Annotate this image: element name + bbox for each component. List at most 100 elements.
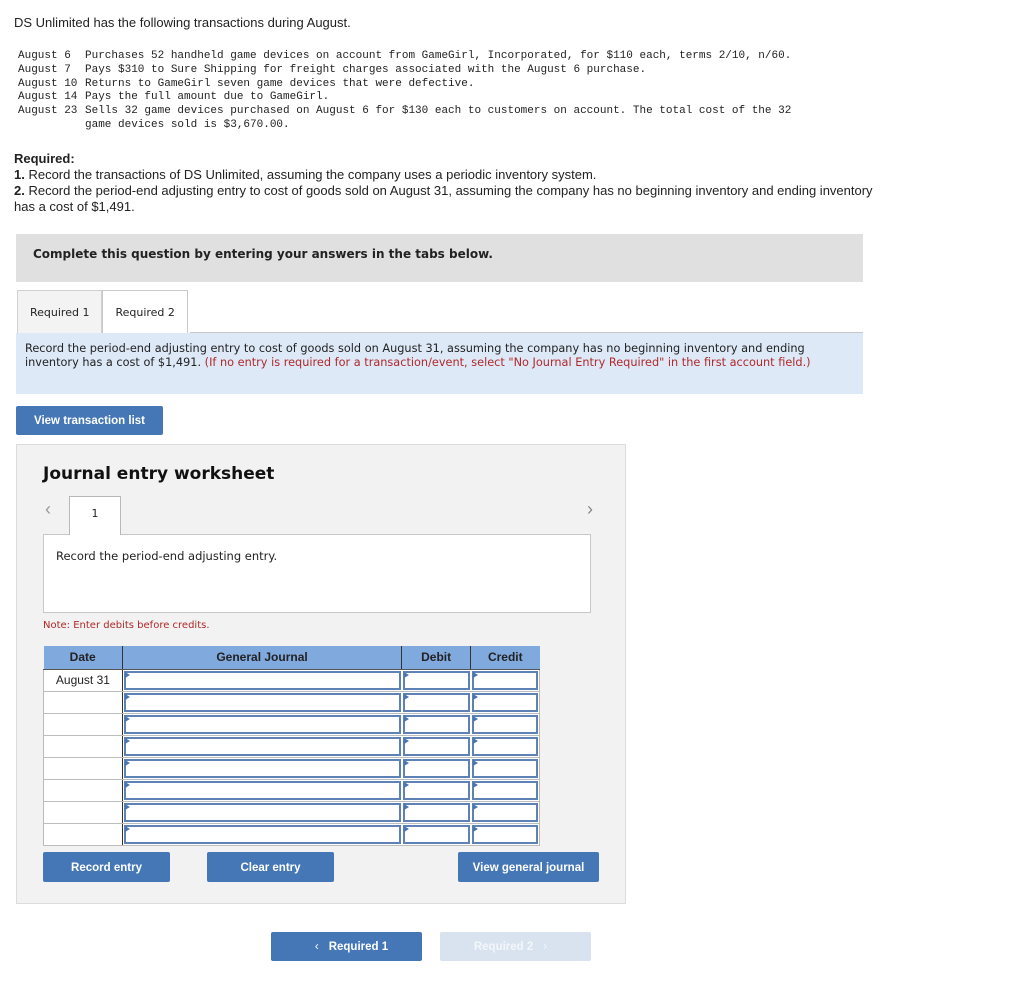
account-input[interactable] <box>125 829 399 844</box>
worksheet-title: Journal entry worksheet <box>43 464 275 484</box>
debit-input[interactable] <box>404 719 468 734</box>
tab-required-2[interactable]: Required 2 <box>102 290 188 334</box>
credit-input[interactable] <box>473 675 536 690</box>
journal-credit-cell <box>470 691 540 714</box>
debit-input-box <box>402 736 470 756</box>
journal-entry-worksheet: Journal entry worksheet ‹ 1 › Record the… <box>16 444 626 904</box>
chevron-left-icon[interactable]: ‹ <box>45 499 51 520</box>
journal-date-cell <box>43 779 123 802</box>
credit-input-box <box>471 692 538 712</box>
credit-input[interactable] <box>473 807 536 822</box>
transaction-date: August 10 <box>18 77 78 90</box>
journal-header-row: Date General Journal Debit Credit <box>43 646 540 670</box>
credit-input-box <box>471 802 538 822</box>
account-input[interactable] <box>125 763 399 778</box>
credit-input[interactable] <box>473 697 536 712</box>
chevron-right-icon: › <box>543 941 548 953</box>
journal-date-cell <box>43 735 123 758</box>
journal-credit-cell <box>470 669 540 692</box>
debit-input-box <box>402 802 470 822</box>
account-input[interactable] <box>125 741 399 756</box>
journal-account-cell <box>122 757 402 780</box>
credit-input[interactable] <box>473 763 536 778</box>
debit-input[interactable] <box>404 829 468 844</box>
debit-input-box <box>402 824 470 844</box>
debit-input-box <box>402 670 470 690</box>
debit-input-box <box>402 714 470 734</box>
journal-date-cell <box>43 713 123 736</box>
transaction-row: August 6 Purchases 52 handheld game devic… <box>18 50 865 64</box>
transaction-date: August 7 <box>18 63 71 76</box>
credit-input-box <box>471 758 538 778</box>
journal-credit-cell <box>470 735 540 758</box>
journal-row: August 31 <box>43 669 540 692</box>
journal-row <box>43 779 540 802</box>
credit-input[interactable] <box>473 741 536 756</box>
debit-input[interactable] <box>404 675 468 690</box>
debit-input[interactable] <box>404 785 468 800</box>
journal-debit-cell <box>401 779 471 802</box>
account-input-box <box>123 714 401 734</box>
required-item-number: 1. <box>14 167 25 182</box>
transaction-date: August 6 <box>18 50 71 62</box>
transaction-desc: Purchases 52 handheld game devices on ac… <box>85 50 792 62</box>
credit-input[interactable] <box>473 829 536 844</box>
journal-debit-cell <box>401 669 471 692</box>
account-input[interactable] <box>125 675 399 690</box>
journal-row <box>43 823 540 846</box>
credit-input-box <box>471 736 538 756</box>
column-general-journal: General Journal <box>122 646 403 670</box>
complete-question-text: Complete this question by entering your … <box>33 247 493 261</box>
debit-input[interactable] <box>404 697 468 712</box>
instruction-note: (If no entry is required for a transacti… <box>204 356 811 369</box>
account-input-box <box>123 736 401 756</box>
journal-credit-cell <box>470 757 540 780</box>
entry-tab-1[interactable]: 1 <box>69 496 121 535</box>
debit-input[interactable] <box>404 763 468 778</box>
journal-account-cell <box>122 669 402 692</box>
journal-credit-cell <box>470 713 540 736</box>
account-input[interactable] <box>125 807 399 822</box>
journal-credit-cell <box>470 823 540 846</box>
account-input[interactable] <box>125 785 399 800</box>
journal-debit-cell <box>401 757 471 780</box>
transaction-desc: Returns to GameGirl seven game devices t… <box>85 77 475 90</box>
credit-input[interactable] <box>473 719 536 734</box>
journal-date-cell <box>43 823 123 846</box>
chevron-right-icon[interactable]: › <box>587 499 593 520</box>
credit-input[interactable] <box>473 785 536 800</box>
transaction-row: August 7 Pays $310 to Sure Shipping for f… <box>18 64 865 78</box>
entry-description-panel: Record the period-end adjusting entry. <box>43 534 591 613</box>
prev-required-button[interactable]: ‹ Required 1 <box>271 932 422 961</box>
journal-account-cell <box>122 735 402 758</box>
debit-input[interactable] <box>404 807 468 822</box>
clear-entry-button[interactable]: Clear entry <box>207 852 334 882</box>
journal-account-cell <box>122 779 402 802</box>
view-transaction-list-button[interactable]: View transaction list <box>16 406 163 435</box>
column-date: Date <box>43 646 123 670</box>
required-item-1: 1. Record the transactions of DS Unlimit… <box>14 167 874 183</box>
journal-debit-cell <box>401 823 471 846</box>
debit-input[interactable] <box>404 741 468 756</box>
account-input-box <box>123 692 401 712</box>
account-input[interactable] <box>125 697 399 712</box>
account-input-box <box>123 802 401 822</box>
column-credit: Credit <box>470 646 540 670</box>
journal-debit-cell <box>401 735 471 758</box>
entry-description: Record the period-end adjusting entry. <box>56 549 278 563</box>
debits-note: Note: Enter debits before credits. <box>43 620 210 631</box>
required-item-2: 2. Record the period-end adjusting entry… <box>14 183 874 215</box>
tab-required-1[interactable]: Required 1 <box>17 290 103 333</box>
journal-account-cell <box>122 713 402 736</box>
view-general-journal-button[interactable]: View general journal <box>458 852 599 882</box>
account-input[interactable] <box>125 719 399 734</box>
chevron-left-icon: ‹ <box>314 941 319 953</box>
journal-date-cell <box>43 757 123 780</box>
required-item-number: 2. <box>14 183 25 198</box>
record-entry-button[interactable]: Record entry <box>43 852 170 882</box>
journal-debit-cell <box>401 713 471 736</box>
debit-input-box <box>402 758 470 778</box>
credit-input-box <box>471 780 538 800</box>
debit-input-box <box>402 692 470 712</box>
next-required-button[interactable]: Required 2 › <box>440 932 591 961</box>
